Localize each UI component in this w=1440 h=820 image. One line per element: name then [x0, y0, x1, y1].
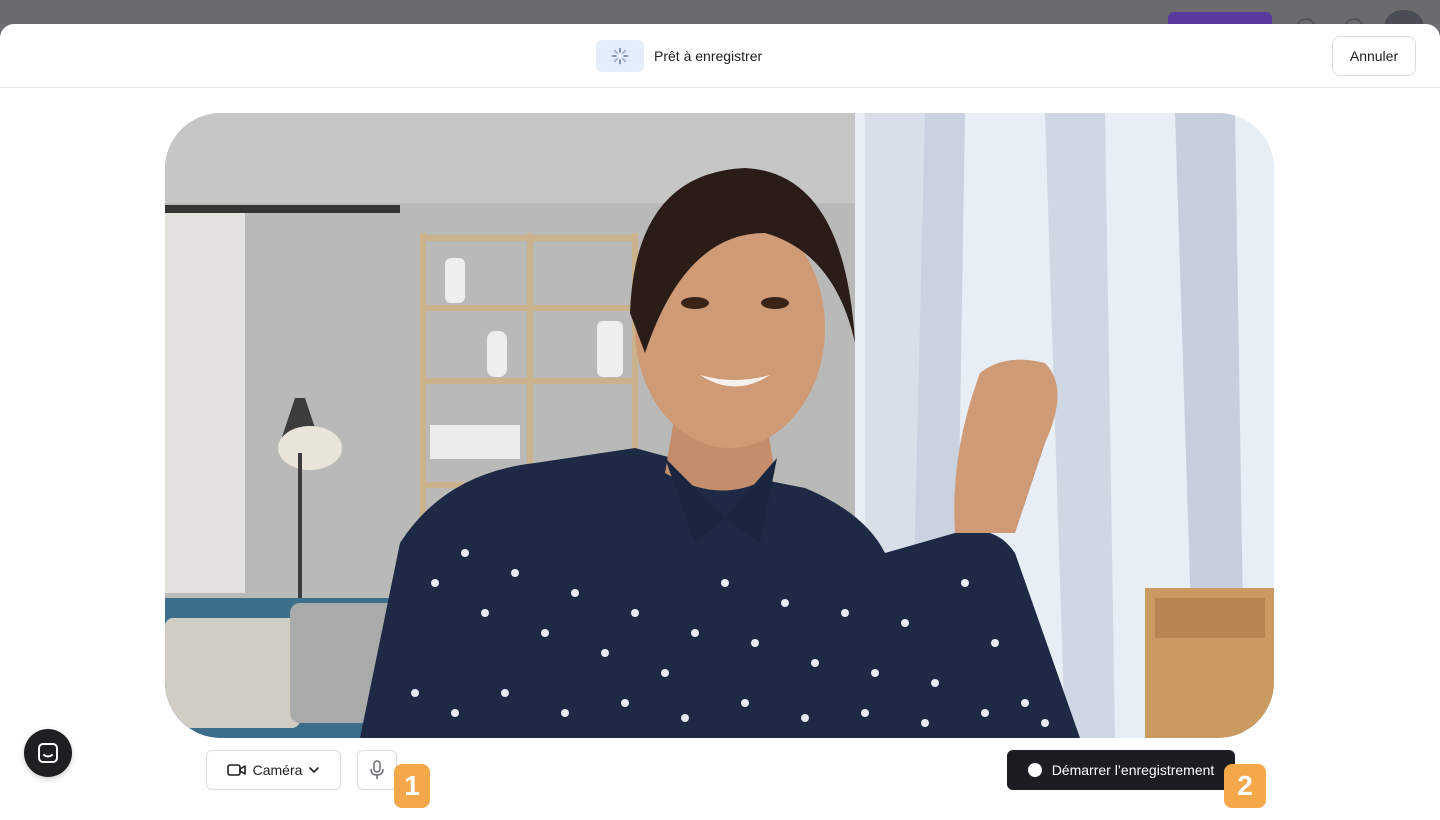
step-badge-1: 1: [394, 764, 430, 808]
spinner-icon: [596, 40, 644, 72]
start-recording-button[interactable]: Démarrer l’enregistrement: [1007, 750, 1235, 790]
chevron-down-icon: [309, 767, 320, 774]
microphone-button[interactable]: [357, 750, 397, 790]
cancel-button[interactable]: Annuler: [1332, 36, 1416, 76]
camera-label: Caméra: [252, 762, 303, 778]
camera-preview: [165, 113, 1274, 738]
media-controls: Caméra: [206, 750, 397, 790]
status-label: Prêt à enregistrer: [654, 48, 763, 64]
start-recording-label: Démarrer l’enregistrement: [1051, 762, 1215, 778]
recording-modal: Prêt à enregistrer Annuler Caméra 1 Déma…: [0, 24, 1440, 820]
microphone-icon: [370, 760, 384, 779]
video-camera-icon: [226, 764, 246, 776]
camera-select-button[interactable]: Caméra: [206, 750, 341, 790]
camera-preview-image: [165, 113, 1274, 738]
step-badge-2: 2: [1224, 764, 1266, 808]
recording-status: Prêt à enregistrer: [596, 40, 762, 72]
chat-launcher-button[interactable]: [24, 729, 72, 777]
modal-header: Prêt à enregistrer Annuler: [0, 24, 1440, 88]
record-dot-icon: [1027, 763, 1042, 777]
chat-icon: [38, 743, 58, 763]
